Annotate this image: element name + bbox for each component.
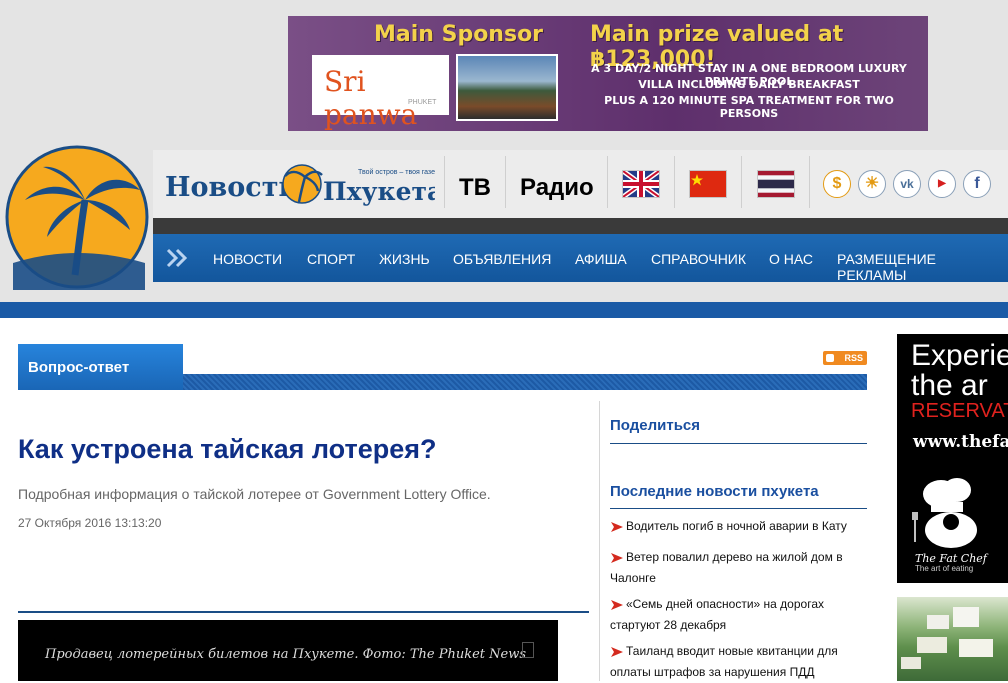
nav-item-directory[interactable]: Справочник [651, 251, 746, 267]
double-chevron-icon[interactable] [165, 246, 189, 270]
latest-news-rule [610, 508, 867, 509]
fat-chef-ad[interactable]: Experie the ar RESERVAT www.thefa The Fa… [897, 334, 1008, 583]
main-nav: Новости Спорт Жизнь Объявления Афиша Спр… [153, 234, 1008, 283]
news-item-text: Таиланд вводит новые квитанции для оплат… [610, 644, 838, 679]
nav-item-sport[interactable]: Спорт [307, 251, 355, 267]
resort-ad[interactable] [897, 597, 1008, 681]
arrow-icon [611, 552, 623, 563]
divider [505, 156, 506, 208]
divider [809, 156, 810, 208]
banner-line-2: VILLA INCLUDING DAILY BREAKFAST [638, 78, 860, 91]
section-title: Вопрос-ответ [28, 359, 130, 376]
arrow-icon [611, 599, 623, 610]
ad-line-2: the ar [911, 369, 988, 402]
china-flag-icon[interactable] [689, 170, 727, 198]
arrow-icon [611, 646, 623, 657]
nav-item-advertising[interactable]: Размещение рекламы [837, 251, 1008, 283]
share-rule [610, 443, 867, 444]
news-item-text: «Семь дней опасности» на дорогах стартую… [610, 597, 824, 632]
rss-button[interactable]: RSS [823, 351, 867, 365]
weather-icon[interactable]: ☀ [858, 170, 886, 198]
sri-panwa-logo: Sri panwa PHUKET [312, 55, 449, 131]
villa-photo [456, 54, 558, 121]
divider [674, 156, 675, 208]
site-name-part-1: Новости [165, 172, 298, 203]
currency-icon[interactable]: $ [823, 170, 851, 198]
nav-item-about[interactable]: О нас [769, 251, 813, 267]
chef-hat-icon [912, 478, 977, 548]
article-lead: Подробная информация о тайской лотерее о… [18, 486, 491, 502]
site-name-part-2: Пхукета [323, 177, 435, 206]
divider [741, 156, 742, 208]
section-rule [183, 374, 867, 390]
article-photo[interactable]: Продавец лотерейных билетов на Пхукете. … [18, 620, 558, 681]
palm-logo-icon[interactable] [5, 145, 150, 290]
thailand-flag-icon[interactable] [757, 170, 795, 198]
banner-main-sponsor: Main Sponsor [374, 22, 544, 47]
radio-link[interactable]: Радио [520, 174, 594, 202]
nav-item-classifieds[interactable]: Объявления [453, 251, 551, 267]
sri-panwa-brand: Sri panwa [324, 65, 418, 131]
article-divider [18, 611, 589, 613]
nav-item-life[interactable]: Жизнь [379, 251, 430, 267]
resort-photo [901, 607, 993, 669]
news-item[interactable]: Водитель погиб в ночной аварии в Кату [610, 516, 862, 537]
ad-tagline: The art of eating [915, 564, 974, 573]
article-title: Как устроена тайская лотерея? [18, 434, 437, 464]
ad-reserve: RESERVAT [911, 400, 1008, 422]
news-item-text: Ветер повалил дерево на жилой дом в Чало… [610, 550, 843, 585]
column-divider [599, 401, 600, 681]
vk-icon[interactable]: vk [893, 170, 921, 198]
divider [607, 156, 608, 208]
sponsor-banner[interactable]: Main Sponsor Main prize valued at ฿123,0… [288, 16, 928, 131]
news-item[interactable]: Таиланд вводит новые квитанции для оплат… [610, 641, 862, 683]
sri-panwa-sub: PHUKET [408, 99, 437, 106]
nav-item-news[interactable]: Новости [213, 251, 282, 267]
ad-url: www.thefa [913, 432, 1008, 452]
fullscreen-icon[interactable] [522, 642, 534, 658]
nav-item-events[interactable]: Афиша [575, 251, 627, 267]
news-item[interactable]: «Семь дней опасности» на дорогах стартую… [610, 594, 862, 636]
header-bar: Новости Пхукета Твой остров – твоя газет… [153, 150, 1008, 218]
divider [444, 156, 445, 208]
latest-news-heading: Последние новости пхукета [610, 483, 819, 500]
photo-caption: Продавец лотерейных билетов на Пхукете. … [45, 647, 527, 662]
section-tab[interactable]: Вопрос-ответ [18, 344, 183, 390]
news-item[interactable]: Ветер повалил дерево на жилой дом в Чало… [610, 547, 862, 589]
article-date: 27 Октября 2016 13:13:20 [18, 516, 162, 530]
blue-strip [0, 302, 1008, 318]
tv-link[interactable]: ТВ [459, 174, 491, 202]
youtube-icon[interactable]: ▶ [928, 170, 956, 198]
arrow-icon [611, 521, 623, 532]
site-logo[interactable]: Новости Пхукета Твой остров – твоя газет… [165, 160, 435, 208]
share-heading: Поделиться [610, 417, 701, 434]
banner-line-3: PLUS A 120 MINUTE SPA TREATMENT FOR TWO … [604, 94, 894, 120]
uk-flag-icon[interactable] [622, 170, 660, 198]
news-item-text: Водитель погиб в ночной аварии в Кату [626, 519, 847, 533]
facebook-icon[interactable]: f [963, 170, 991, 198]
site-slogan: Твой остров – твоя газета [358, 168, 435, 176]
header-dark-strip [153, 218, 1008, 234]
top-area: Main Sponsor Main prize valued at ฿123,0… [0, 0, 1008, 302]
ad-line-1: Experie [911, 339, 1008, 372]
